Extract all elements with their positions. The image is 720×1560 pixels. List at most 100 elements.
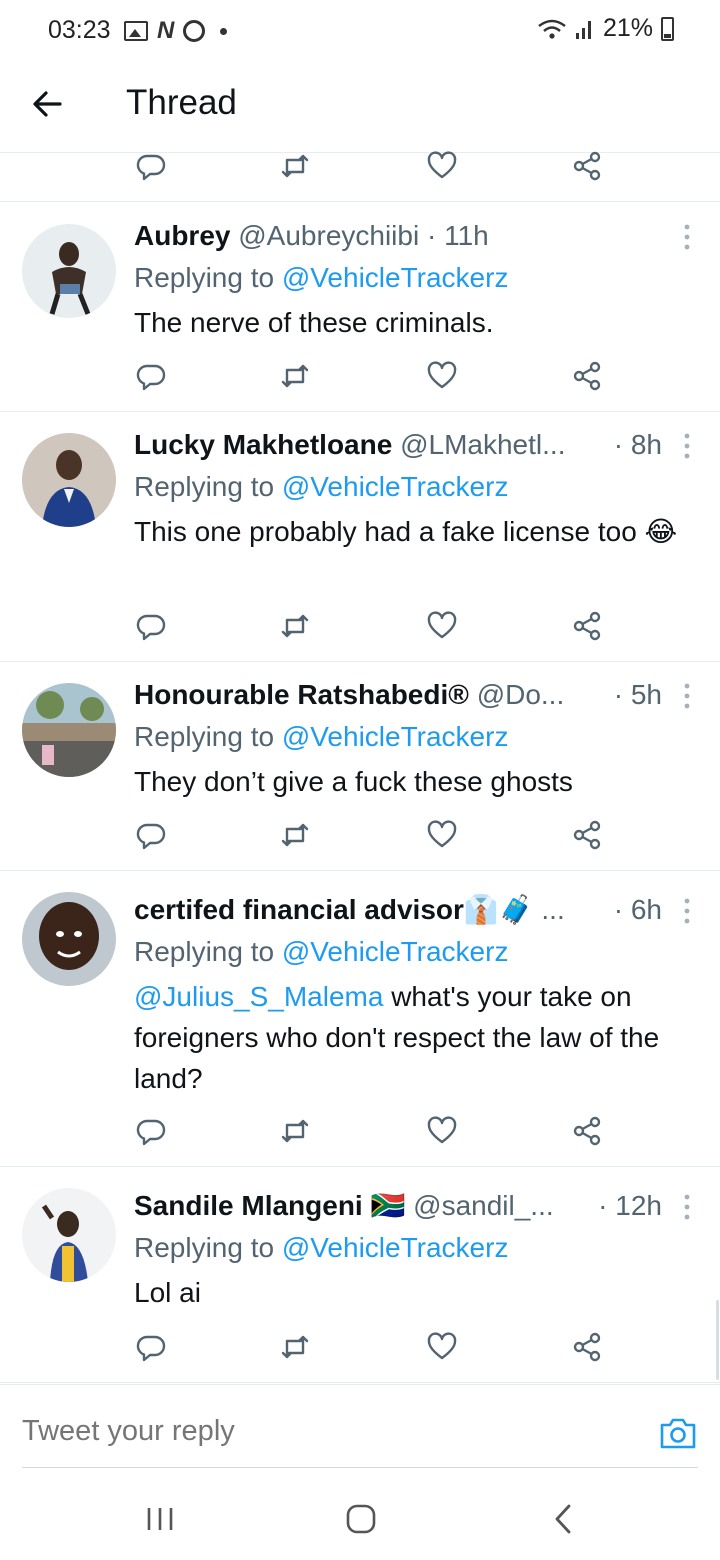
more-vertical-icon — [684, 683, 690, 709]
retweet-button[interactable] — [279, 1331, 311, 1363]
replying-to: Replying to @VehicleTrackerz — [134, 1230, 508, 1266]
tweet[interactable]: Aubrey @Aubreychiibi · 11h Replying to @… — [0, 202, 720, 412]
handle: @LMakhetl... — [400, 429, 566, 460]
more-options-button[interactable] — [680, 222, 694, 252]
handle: @sandil_... — [413, 1190, 554, 1221]
mention-link[interactable]: @VehicleTrackerz — [282, 1232, 509, 1263]
avatar-image — [22, 683, 116, 777]
like-button[interactable] — [426, 150, 458, 182]
retweet-icon — [281, 154, 309, 178]
recent-apps-button[interactable] — [135, 1494, 185, 1544]
mention-link[interactable]: @VehicleTrackerz — [282, 721, 509, 752]
retweet-button[interactable] — [279, 360, 311, 392]
reply-button[interactable] — [135, 150, 167, 182]
camera-button[interactable] — [658, 1413, 698, 1453]
share-button[interactable] — [571, 150, 603, 182]
home-icon — [346, 1504, 376, 1534]
mention-link[interactable]: @VehicleTrackerz — [282, 471, 509, 502]
like-button[interactable] — [426, 1115, 458, 1147]
back-nav-button[interactable] — [538, 1494, 588, 1544]
display-name[interactable]: certifed financial advisor👔🧳 — [134, 894, 534, 925]
tweet-time: · 8h — [613, 429, 662, 460]
replying-label: Replying to — [134, 936, 282, 967]
tweet-header: Lucky Makhetloane @LMakhetl... — [134, 427, 565, 463]
avatar[interactable] — [22, 683, 116, 777]
share-button[interactable] — [571, 360, 603, 392]
like-button[interactable] — [426, 610, 458, 642]
like-button[interactable] — [426, 360, 458, 392]
like-button[interactable] — [426, 819, 458, 851]
avatar-image — [22, 433, 116, 527]
replying-label: Replying to — [134, 721, 282, 752]
reply-icon — [136, 1335, 166, 1362]
system-icons: 21% — [537, 14, 674, 43]
more-options-button[interactable] — [680, 431, 694, 461]
back-button[interactable] — [30, 84, 70, 124]
share-icon — [573, 611, 601, 641]
home-button[interactable] — [336, 1494, 386, 1544]
reply-button[interactable] — [135, 360, 167, 392]
tweet-time: · 5h — [613, 679, 662, 710]
reply-icon — [136, 154, 166, 181]
reply-button[interactable] — [135, 610, 167, 642]
tweet-header: Aubrey @Aubreychiibi · 11h — [134, 218, 489, 254]
more-vertical-icon — [684, 1194, 690, 1220]
display-name[interactable]: Lucky Makhetloane — [134, 429, 392, 460]
reply-input[interactable] — [22, 1415, 622, 1448]
avatar[interactable] — [22, 224, 116, 318]
share-button[interactable] — [571, 1115, 603, 1147]
tweet[interactable]: certifed financial advisor👔🧳 ... · 6h Re… — [0, 870, 720, 1167]
retweet-button[interactable] — [279, 150, 311, 182]
reply-icon — [136, 614, 166, 641]
avatar[interactable] — [22, 892, 116, 986]
scrollbar[interactable] — [716, 1300, 719, 1380]
avatar[interactable] — [22, 433, 116, 527]
share-button[interactable] — [571, 610, 603, 642]
display-name[interactable]: Honourable Ratshabedi® — [134, 679, 469, 710]
mention-link[interactable]: @VehicleTrackerz — [282, 262, 509, 293]
tweet-actions — [0, 1331, 720, 1371]
tweet-actions — [0, 360, 720, 400]
retweet-icon — [281, 1119, 309, 1143]
system-nav-bar — [0, 1474, 720, 1560]
retweet-icon — [281, 823, 309, 847]
tweet-actions — [0, 610, 720, 650]
n-icon: N — [157, 17, 175, 44]
like-button[interactable] — [426, 1331, 458, 1363]
more-options-button[interactable] — [680, 896, 694, 926]
signal-icon — [575, 20, 591, 39]
retweet-button[interactable] — [279, 1115, 311, 1147]
more-options-button[interactable] — [680, 681, 694, 711]
tweet-actions — [0, 1115, 720, 1155]
mention-link[interactable]: @VehicleTrackerz — [282, 936, 509, 967]
retweet-button[interactable] — [279, 610, 311, 642]
reply-button[interactable] — [135, 819, 167, 851]
share-button[interactable] — [571, 1331, 603, 1363]
status-bar: 03:23 N 21% — [0, 0, 720, 60]
share-button[interactable] — [571, 819, 603, 851]
retweet-button[interactable] — [279, 819, 311, 851]
reply-button[interactable] — [135, 1331, 167, 1363]
share-icon — [573, 820, 601, 850]
avatar[interactable] — [22, 1188, 116, 1282]
recent-apps-icon — [147, 1508, 173, 1530]
reply-composer — [0, 1384, 720, 1475]
tweet[interactable]: Honourable Ratshabedi® @Do... · 5h Reply… — [0, 661, 720, 871]
tweet-time: · 6h — [613, 894, 662, 925]
mention-link[interactable]: @Julius_S_Malema — [134, 981, 383, 1012]
retweet-icon — [281, 614, 309, 638]
tweet-header: certifed financial advisor👔🧳 ... — [134, 892, 565, 928]
share-icon — [573, 1116, 601, 1146]
handle: @Aubreychiibi · 11h — [238, 220, 489, 251]
heart-icon — [427, 1332, 457, 1360]
more-options-button[interactable] — [680, 1192, 694, 1222]
display-name[interactable]: Aubrey — [134, 220, 230, 251]
tweet-actions — [0, 819, 720, 859]
reply-icon — [136, 823, 166, 850]
reply-button[interactable] — [135, 1115, 167, 1147]
heart-icon — [427, 151, 457, 179]
tweet[interactable]: Lucky Makhetloane @LMakhetl... · 8h Repl… — [0, 411, 720, 662]
tweet[interactable]: Sandile Mlangeni 🇿🇦 @sandil_... · 12h Re… — [0, 1166, 720, 1383]
display-name[interactable]: Sandile Mlangeni 🇿🇦 — [134, 1190, 405, 1221]
chrome-icon — [183, 20, 206, 42]
